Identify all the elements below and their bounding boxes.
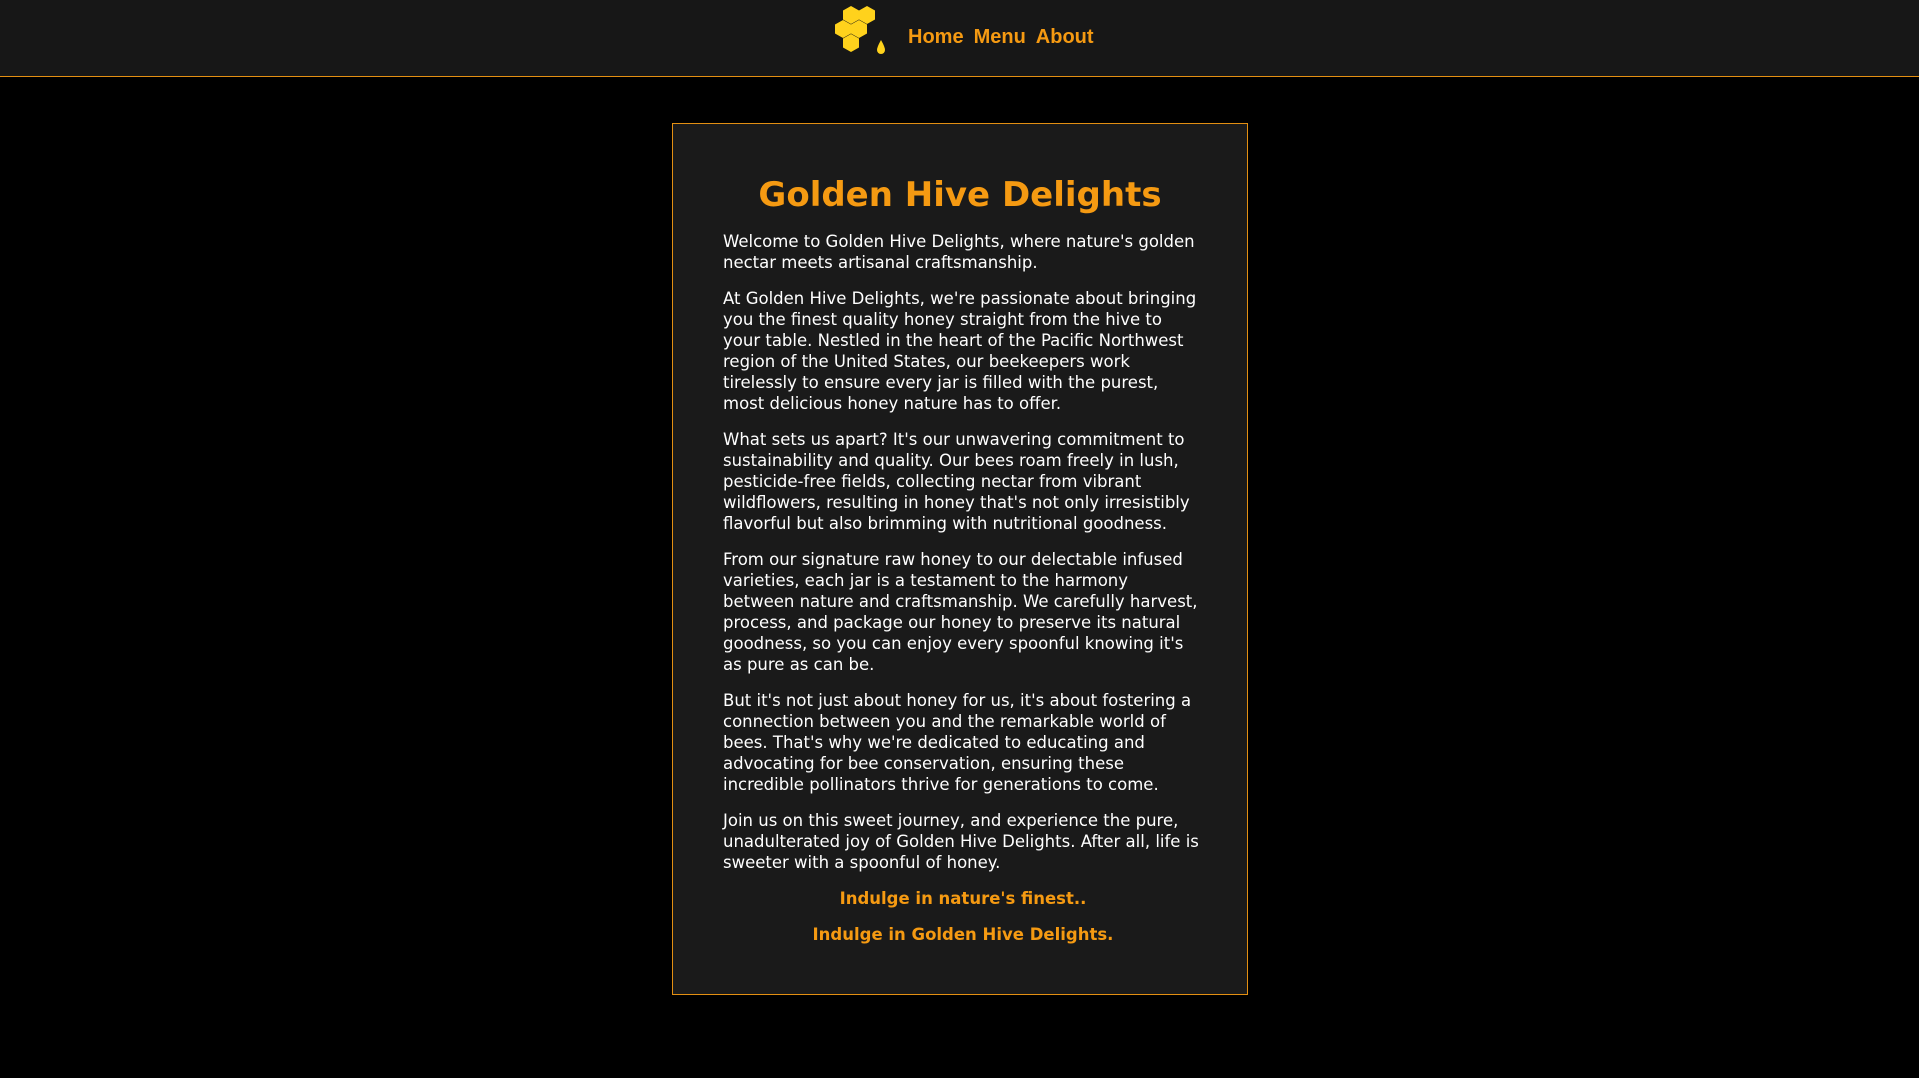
about-card: Golden Hive Delights Welcome to Golden H…: [672, 123, 1248, 995]
top-navigation-bar: Home Menu About: [0, 0, 1919, 77]
nav-link-home[interactable]: Home: [908, 25, 964, 49]
conservation-paragraph: But it's not just about honey for us, it…: [723, 691, 1192, 794]
mission-paragraph: At Golden Hive Delights, we're passionat…: [723, 289, 1197, 413]
sustainability-paragraph: What sets us apart? It's our unwavering …: [723, 430, 1190, 533]
products-paragraph: From our signature raw honey to our dele…: [723, 550, 1198, 674]
closing-paragraph: Join us on this sweet journey, and exper…: [723, 811, 1199, 872]
about-content: Welcome to Golden Hive Delights, where n…: [723, 231, 1203, 960]
page-title: Golden Hive Delights: [758, 175, 1162, 215]
tagline-natures-finest: Indulge in nature's finest..: [839, 889, 1087, 908]
nav-link-menu[interactable]: Menu: [974, 25, 1026, 49]
nav-link-about[interactable]: About: [1036, 25, 1094, 49]
main-nav: Home Menu About: [908, 25, 1094, 49]
honeycomb-logo-icon[interactable]: [834, 6, 892, 66]
intro-paragraph: Welcome to Golden Hive Delights, where n…: [723, 232, 1195, 272]
tagline-golden-hive: Indulge in Golden Hive Delights.: [812, 925, 1114, 944]
